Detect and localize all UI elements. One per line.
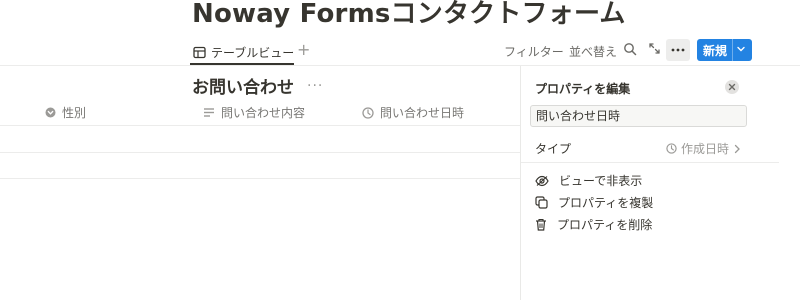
table-row[interactable] (0, 152, 520, 153)
table-icon (193, 46, 206, 59)
duplicate-property-button[interactable]: プロパティを複製 (535, 194, 653, 211)
table-title[interactable]: お問い合わせ (192, 73, 294, 98)
sort-button[interactable]: 並べ替え (569, 43, 617, 60)
action-label: プロパティを削除 (557, 218, 653, 232)
type-value-label: 作成日時 (681, 142, 730, 156)
new-button[interactable]: 新規 (697, 39, 752, 61)
clock-icon (666, 143, 677, 154)
table-header-divider (0, 125, 520, 126)
duplicate-icon (535, 196, 548, 209)
panel-divider (521, 162, 779, 163)
search-icon[interactable] (623, 42, 637, 56)
table-more-button[interactable]: ··· (307, 78, 323, 94)
action-label: プロパティを複製 (558, 196, 654, 210)
column-header-gender[interactable]: 性別 (45, 104, 86, 121)
tab-label: テーブルビュー (211, 45, 295, 60)
hide-in-view-button[interactable]: ビューで非表示 (535, 172, 642, 189)
eye-icon (535, 175, 549, 187)
text-icon (203, 107, 215, 118)
property-name-input[interactable] (530, 105, 747, 127)
column-label: 問い合わせ内容 (221, 106, 306, 120)
type-selector[interactable]: 作成日時 (666, 140, 741, 157)
more-options-icon[interactable] (666, 39, 690, 61)
chevron-down-icon[interactable] (736, 43, 746, 55)
column-header-inquiry-datetime[interactable]: 問い合わせ日時 (362, 104, 464, 121)
close-icon[interactable] (725, 80, 739, 94)
panel-title: プロパティを編集 (535, 82, 631, 96)
action-label: ビューで非表示 (559, 174, 643, 188)
table-row[interactable] (0, 178, 520, 179)
new-button-label: 新規 (703, 44, 728, 58)
column-label: 問い合わせ日時 (380, 106, 465, 120)
type-label: タイプ (535, 142, 572, 156)
page-title: Noway Formsコンタクトフォーム (192, 0, 626, 29)
delete-property-button[interactable]: プロパティを削除 (535, 216, 652, 233)
new-button-divider (732, 39, 733, 61)
tab-table-view[interactable]: テーブルビュー (193, 42, 294, 62)
add-view-button[interactable]: + (297, 40, 310, 59)
expand-icon[interactable] (648, 42, 661, 55)
column-label: 性別 (62, 106, 87, 120)
column-header-inquiry-content[interactable]: 問い合わせ内容 (203, 104, 305, 121)
trash-icon (535, 218, 547, 231)
chevron-right-icon (733, 144, 741, 154)
clock-icon (362, 106, 374, 119)
select-icon (45, 107, 56, 118)
filter-button[interactable]: フィルター (504, 43, 564, 60)
